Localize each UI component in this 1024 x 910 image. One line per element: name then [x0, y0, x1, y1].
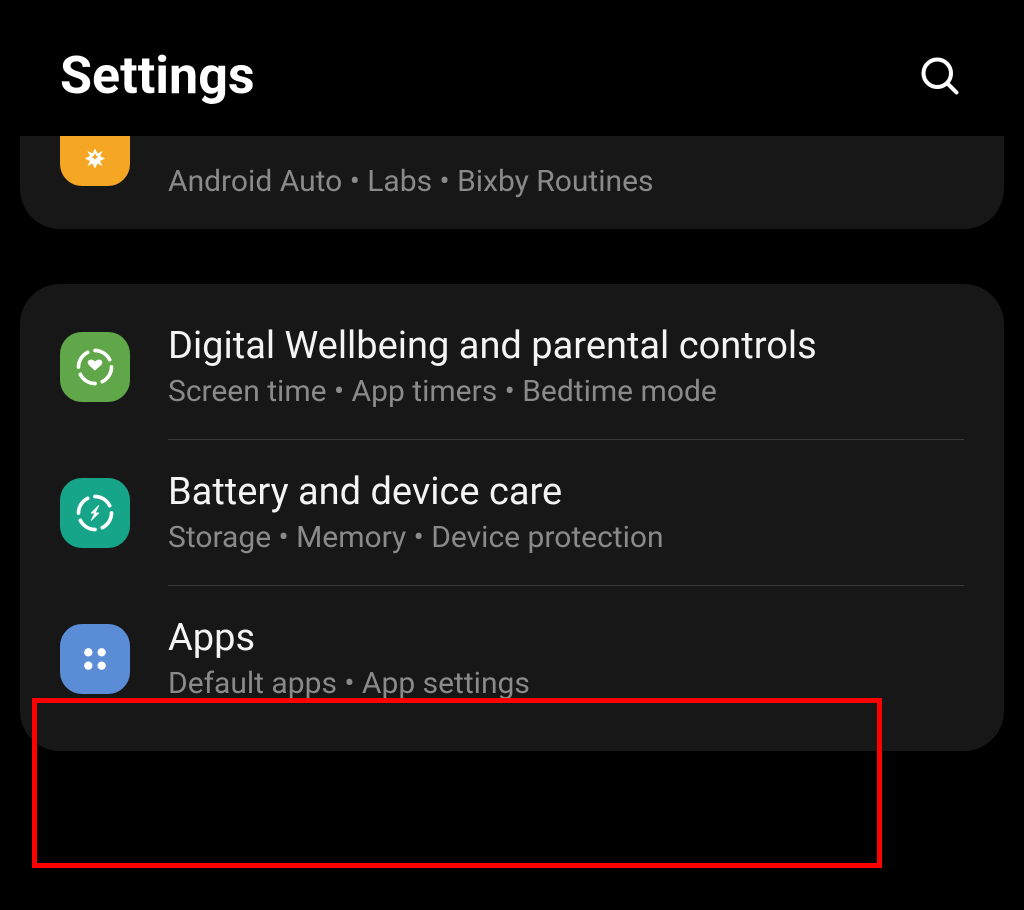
item-subtitle: Screen time • App timers • Bedtime mode	[168, 374, 964, 409]
item-title: Apps	[168, 616, 964, 660]
digital-wellbeing-icon	[60, 332, 130, 402]
settings-item-battery-device-care[interactable]: Battery and device care Storage • Memory…	[20, 440, 1004, 585]
settings-item-digital-wellbeing[interactable]: Digital Wellbeing and parental controls …	[20, 294, 1004, 439]
settings-group-2: Digital Wellbeing and parental controls …	[20, 284, 1004, 751]
item-content: Apps Default apps • App settings	[168, 616, 964, 701]
advanced-features-icon	[60, 136, 130, 186]
item-subtitle: Storage • Memory • Device protection	[168, 520, 964, 555]
settings-item-advanced-features[interactable]: Advanced features Android Auto • Labs • …	[20, 136, 1004, 229]
item-content: Advanced features Android Auto • Labs • …	[168, 136, 964, 199]
settings-group-1: Advanced features Android Auto • Labs • …	[20, 136, 1004, 229]
battery-care-icon	[60, 478, 130, 548]
item-title: Advanced features	[168, 136, 964, 154]
header: Settings	[0, 0, 1024, 136]
settings-item-apps[interactable]: Apps Default apps • App settings	[20, 586, 1004, 731]
item-subtitle: Android Auto • Labs • Bixby Routines	[168, 164, 964, 199]
item-content: Battery and device care Storage • Memory…	[168, 470, 964, 555]
search-button[interactable]	[916, 52, 964, 100]
item-content: Digital Wellbeing and parental controls …	[168, 324, 964, 409]
item-subtitle: Default apps • App settings	[168, 666, 964, 701]
item-title: Battery and device care	[168, 470, 964, 514]
search-icon	[918, 54, 962, 98]
item-title: Digital Wellbeing and parental controls	[168, 324, 964, 368]
page-title: Settings	[60, 45, 255, 106]
apps-icon	[60, 624, 130, 694]
